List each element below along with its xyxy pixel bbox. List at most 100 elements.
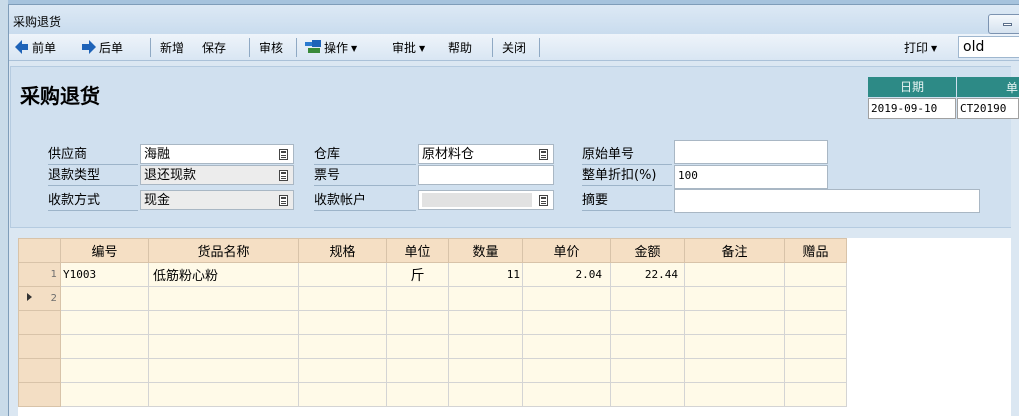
discount-field[interactable]: 100: [674, 165, 828, 189]
empty-cell[interactable]: [148, 358, 299, 383]
empty-cell[interactable]: [298, 358, 387, 383]
approve-menu-button[interactable]: 审批 ▼: [392, 39, 425, 57]
table-row[interactable]: 2: [18, 286, 847, 311]
empty-cell[interactable]: [610, 358, 685, 383]
memo-field[interactable]: [674, 189, 980, 213]
table-row[interactable]: [18, 310, 847, 335]
empty-cell[interactable]: [684, 310, 785, 335]
original-number-field[interactable]: [674, 140, 828, 164]
col-note[interactable]: 备注: [684, 238, 785, 263]
empty-cell[interactable]: [684, 382, 785, 407]
payment-method-field[interactable]: 现金: [140, 190, 294, 210]
prev-doc-button[interactable]: 前单: [13, 39, 56, 57]
empty-cell[interactable]: [148, 382, 299, 407]
table-row[interactable]: [18, 382, 847, 407]
cell-price[interactable]: [522, 286, 611, 311]
supplier-field[interactable]: 海融: [140, 144, 294, 164]
empty-cell[interactable]: [386, 310, 449, 335]
minimize-icon: [1003, 23, 1012, 26]
cell-code[interactable]: Y1003: [60, 262, 149, 287]
lookup-icon[interactable]: [279, 195, 288, 206]
warehouse-field[interactable]: 原材料仓: [418, 144, 554, 164]
empty-cell[interactable]: [60, 358, 149, 383]
cell-unit[interactable]: 斤: [386, 262, 449, 287]
empty-cell[interactable]: [386, 334, 449, 359]
cell-gift[interactable]: [784, 286, 847, 311]
empty-cell[interactable]: [610, 310, 685, 335]
empty-cell[interactable]: [298, 310, 387, 335]
empty-cell[interactable]: [448, 310, 523, 335]
col-qty[interactable]: 数量: [448, 238, 523, 263]
empty-cell[interactable]: [448, 334, 523, 359]
next-doc-button[interactable]: 后单: [82, 39, 123, 57]
empty-cell[interactable]: [386, 382, 449, 407]
empty-cell[interactable]: [784, 382, 847, 407]
memo-label: 摘要: [582, 191, 672, 211]
refund-type-field[interactable]: 退还现款: [140, 165, 294, 185]
empty-cell[interactable]: [448, 358, 523, 383]
empty-cell[interactable]: [298, 334, 387, 359]
col-amount[interactable]: 金额: [610, 238, 685, 263]
table-row[interactable]: [18, 358, 847, 383]
empty-cell[interactable]: [60, 382, 149, 407]
new-button[interactable]: 新增: [160, 39, 184, 57]
cell-name[interactable]: 低筋粉心粉: [148, 262, 299, 287]
empty-cell[interactable]: [60, 310, 149, 335]
col-code[interactable]: 编号: [60, 238, 149, 263]
col-spec[interactable]: 规格: [298, 238, 387, 263]
empty-cell[interactable]: [148, 310, 299, 335]
cell-code[interactable]: [60, 286, 149, 311]
cell-price[interactable]: 2.04: [522, 262, 611, 287]
table-row[interactable]: 1 Y1003 低筋粉心粉 斤 11 2.04 22.44: [18, 262, 847, 287]
col-gift[interactable]: 赠品: [784, 238, 847, 263]
col-price[interactable]: 单价: [522, 238, 611, 263]
minimize-button[interactable]: [988, 14, 1019, 34]
lookup-icon[interactable]: [279, 170, 288, 181]
empty-cell[interactable]: [148, 334, 299, 359]
empty-cell[interactable]: [386, 358, 449, 383]
lookup-icon[interactable]: [539, 149, 548, 160]
empty-cell[interactable]: [784, 310, 847, 335]
empty-cell[interactable]: [610, 334, 685, 359]
col-unit[interactable]: 单位: [386, 238, 449, 263]
lookup-icon[interactable]: [279, 149, 288, 160]
date-field[interactable]: 2019-09-10: [868, 98, 956, 119]
empty-cell[interactable]: [522, 382, 611, 407]
cell-spec[interactable]: [298, 286, 387, 311]
empty-cell[interactable]: [522, 358, 611, 383]
doc-number-field[interactable]: CT20190: [957, 98, 1019, 119]
save-button[interactable]: 保存: [202, 39, 226, 57]
print-menu-button[interactable]: 打印 ▼: [904, 39, 937, 57]
empty-cell[interactable]: [784, 334, 847, 359]
empty-cell[interactable]: [448, 382, 523, 407]
audit-button[interactable]: 审核: [259, 39, 283, 57]
cell-qty[interactable]: [448, 286, 523, 311]
close-button[interactable]: 关闭: [502, 39, 526, 57]
cell-unit[interactable]: [386, 286, 449, 311]
cell-name[interactable]: [148, 286, 299, 311]
cell-spec[interactable]: [298, 262, 387, 287]
cell-qty[interactable]: 11: [448, 262, 523, 287]
ticket-number-field[interactable]: [418, 165, 554, 185]
empty-cell[interactable]: [784, 358, 847, 383]
cell-note[interactable]: [684, 286, 785, 311]
empty-cell[interactable]: [684, 358, 785, 383]
empty-cell[interactable]: [522, 310, 611, 335]
print-template-select[interactable]: old: [958, 36, 1019, 58]
empty-cell[interactable]: [684, 334, 785, 359]
empty-cell[interactable]: [610, 382, 685, 407]
receipt-account-field[interactable]: [418, 190, 554, 210]
help-button[interactable]: 帮助: [448, 39, 472, 57]
cell-note[interactable]: [684, 262, 785, 287]
empty-cell[interactable]: [522, 334, 611, 359]
cell-amount[interactable]: [610, 286, 685, 311]
operate-menu-button[interactable]: 操作 ▼: [305, 39, 357, 57]
col-name[interactable]: 货品名称: [148, 238, 299, 263]
cell-gift[interactable]: [784, 262, 847, 287]
table-row[interactable]: [18, 334, 847, 359]
empty-cell[interactable]: [298, 382, 387, 407]
item-grid: 编号 货品名称 规格 单位 数量 单价 金额 备注 赠品 1 Y1003 低筋粉…: [18, 238, 847, 407]
empty-cell[interactable]: [60, 334, 149, 359]
cell-amount[interactable]: 22.44: [610, 262, 685, 287]
lookup-icon[interactable]: [539, 195, 548, 206]
